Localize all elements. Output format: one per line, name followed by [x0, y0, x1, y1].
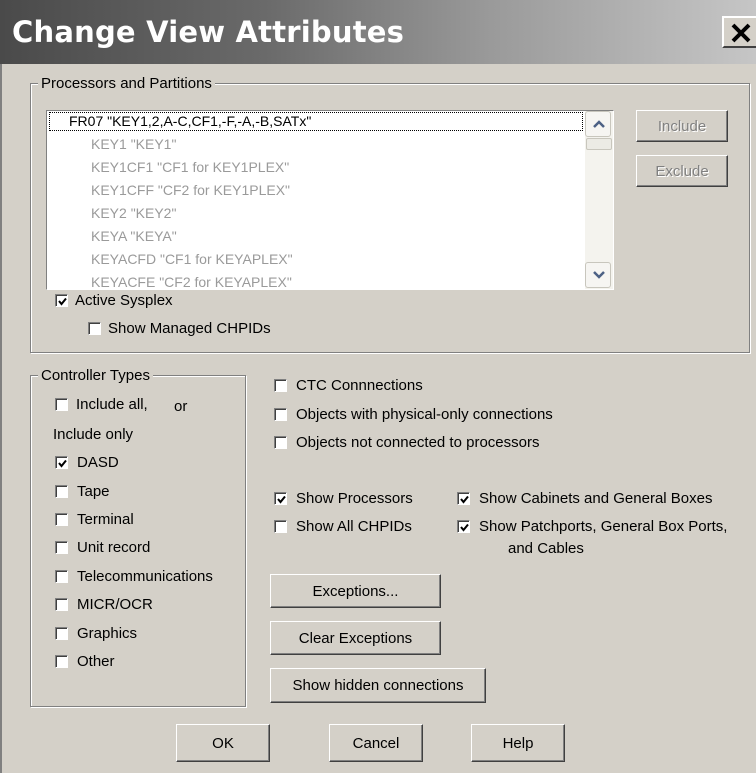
- show-processors-label: Show Processors: [296, 490, 413, 507]
- show-patchports-label-line1: Show Patchports, General Box Ports,: [479, 518, 728, 535]
- processors-partitions-legend: Processors and Partitions: [38, 75, 215, 92]
- tape-label: Tape: [77, 483, 110, 500]
- ctc-connections-checkbox[interactable]: [274, 379, 287, 392]
- list-item[interactable]: KEY1CFF "CF2 for KEY1PLEX": [91, 182, 290, 198]
- active-sysplex-label: Active Sysplex: [75, 292, 173, 309]
- other-label: Other: [77, 653, 115, 670]
- graphics-checkbox[interactable]: [55, 627, 68, 640]
- other-checkbox[interactable]: [55, 655, 68, 668]
- close-icon: [731, 23, 751, 43]
- controller-types-legend: Controller Types: [38, 367, 153, 384]
- list-item[interactable]: KEYA "KEYA": [91, 228, 177, 244]
- scroll-up-button[interactable]: [585, 111, 611, 137]
- ok-button[interactable]: OK: [176, 724, 270, 762]
- list-item[interactable]: KEY1CF1 "CF1 for KEY1PLEX": [91, 159, 289, 175]
- unit-record-label: Unit record: [77, 539, 151, 556]
- show-all-chpids-checkbox[interactable]: [274, 520, 287, 533]
- help-button[interactable]: Help: [471, 724, 565, 762]
- checkmark-icon: [460, 523, 469, 532]
- dasd-checkbox[interactable]: [55, 456, 68, 469]
- list-item[interactable]: FR07 "KEY1,2,A-C,CF1,-F,-A,-B,SATx": [69, 113, 311, 129]
- show-all-chpids-label: Show All CHPIDs: [296, 518, 412, 535]
- ctc-connections-label: CTC Connnections: [296, 377, 423, 394]
- graphics-label: Graphics: [77, 625, 138, 642]
- not-connected-label: Objects not connected to processors: [296, 434, 540, 451]
- include-all-label: Include all,: [76, 396, 148, 413]
- checkmark-icon: [460, 495, 469, 504]
- show-cabinets-checkbox[interactable]: [457, 492, 470, 505]
- physical-only-label: Objects with physical-only connections: [296, 406, 553, 423]
- show-hidden-connections-button[interactable]: Show hidden connections: [270, 668, 486, 703]
- include-all-checkbox[interactable]: [55, 398, 68, 411]
- cancel-button[interactable]: Cancel: [329, 724, 423, 762]
- chevron-down-icon: [593, 271, 605, 279]
- list-item[interactable]: KEYACFD "CF1 for KEYAPLEX": [91, 251, 293, 267]
- unit-record-checkbox[interactable]: [55, 541, 68, 554]
- telecommunications-label: Telecommunications: [77, 568, 213, 585]
- not-connected-checkbox[interactable]: [274, 436, 287, 449]
- checkmark-icon: [58, 459, 67, 468]
- list-item[interactable]: KEYACFE "CF2 for KEYAPLEX": [91, 274, 292, 289]
- listbox-scrollbar[interactable]: [585, 111, 613, 289]
- show-patchports-label-line2: and Cables: [508, 540, 584, 557]
- scroll-down-button[interactable]: [585, 262, 611, 288]
- scroll-thumb[interactable]: [586, 138, 612, 150]
- list-item[interactable]: KEY1 "KEY1": [91, 136, 176, 152]
- change-view-attributes-dialog: Change View Attributes Processors and Pa…: [0, 0, 756, 773]
- clear-exceptions-button[interactable]: Clear Exceptions: [270, 621, 441, 655]
- terminal-label: Terminal: [77, 511, 134, 528]
- processors-listbox[interactable]: FR07 "KEY1,2,A-C,CF1,-F,-A,-B,SATx" KEY1…: [46, 110, 614, 290]
- terminal-checkbox[interactable]: [55, 513, 68, 526]
- checkmark-icon: [58, 297, 67, 306]
- show-managed-chpids-label: Show Managed CHPIDs: [108, 320, 271, 337]
- show-cabinets-label: Show Cabinets and General Boxes: [479, 490, 713, 507]
- show-patchports-checkbox[interactable]: [457, 520, 470, 533]
- show-processors-checkbox[interactable]: [274, 492, 287, 505]
- show-managed-chpids-checkbox[interactable]: [88, 322, 101, 335]
- telecommunications-checkbox[interactable]: [55, 570, 68, 583]
- checkmark-icon: [277, 495, 286, 504]
- list-item[interactable]: KEY2 "KEY2": [91, 205, 176, 221]
- physical-only-checkbox[interactable]: [274, 408, 287, 421]
- include-button[interactable]: Include: [636, 110, 728, 142]
- chevron-up-icon: [593, 120, 605, 128]
- active-sysplex-checkbox[interactable]: [55, 294, 68, 307]
- exceptions-button[interactable]: Exceptions...: [270, 574, 441, 608]
- title-bar: Change View Attributes: [0, 0, 756, 64]
- or-label: or: [174, 398, 188, 415]
- tape-checkbox[interactable]: [55, 485, 68, 498]
- micr-ocr-checkbox[interactable]: [55, 598, 68, 611]
- dasd-label: DASD: [77, 454, 119, 471]
- close-button[interactable]: [722, 16, 756, 48]
- micr-ocr-label: MICR/OCR: [77, 596, 153, 613]
- include-only-label: Include only: [53, 426, 134, 443]
- window-title: Change View Attributes: [12, 15, 405, 49]
- exclude-button[interactable]: Exclude: [636, 155, 728, 187]
